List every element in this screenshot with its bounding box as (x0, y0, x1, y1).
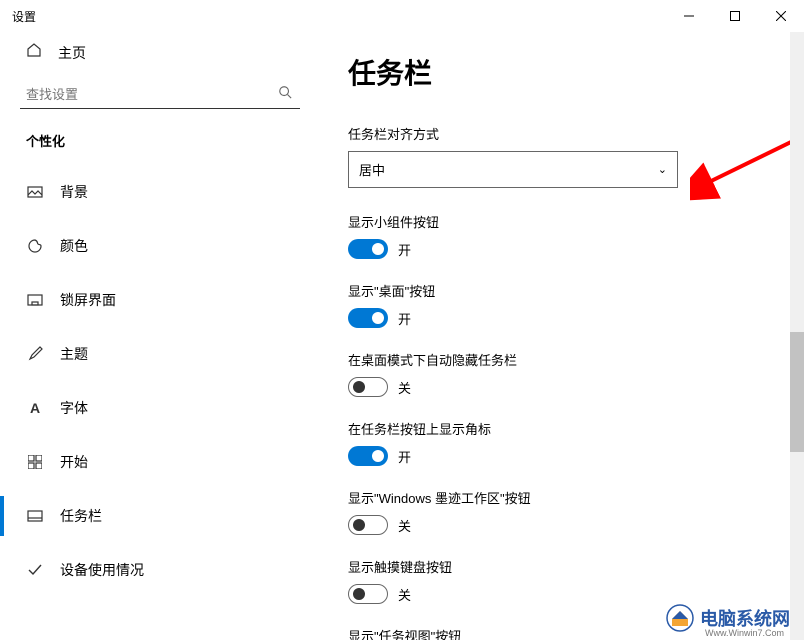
toggle-switch[interactable] (348, 377, 388, 397)
check-icon (26, 562, 44, 578)
toggle-state-text: 开 (398, 447, 411, 466)
sidebar-item-label: 开始 (60, 452, 88, 472)
toggle-label: 显示"桌面"按钮 (348, 281, 768, 300)
close-button[interactable] (758, 0, 804, 32)
setting-group: 在桌面模式下自动隐藏任务栏 关 (348, 350, 768, 397)
start-icon (26, 455, 44, 469)
sidebar-item-label: 锁屏界面 (60, 290, 116, 310)
search-icon (278, 85, 292, 104)
scrollbar[interactable] (790, 32, 804, 640)
sidebar-item-label: 主题 (60, 344, 88, 364)
search-box[interactable] (20, 79, 300, 109)
toggle-label: 在桌面模式下自动隐藏任务栏 (348, 350, 768, 369)
chevron-down-icon: ⌄ (658, 163, 667, 176)
toggle-state-text: 关 (398, 378, 411, 397)
alignment-dropdown[interactable]: 居中 ⌄ (348, 151, 678, 188)
setting-group: 显示"桌面"按钮 开 (348, 281, 768, 328)
section-title: 个性化 (26, 131, 312, 150)
sidebar-item-background[interactable]: 背景 (20, 172, 312, 212)
home-link[interactable]: 主页 (20, 32, 312, 73)
setting-group: 显示触摸键盘按钮 关 (348, 557, 768, 604)
toggle-label: 显示触摸键盘按钮 (348, 557, 768, 576)
sidebar-item-label: 字体 (60, 398, 88, 418)
setting-group: 显示"Windows 墨迹工作区"按钮 关 (348, 488, 768, 535)
toggle-switch[interactable] (348, 584, 388, 604)
palette-icon (26, 238, 44, 254)
dropdown-value: 居中 (359, 160, 385, 179)
sidebar-item-fonts[interactable]: A 字体 (20, 388, 312, 428)
toggle-state-text: 开 (398, 240, 411, 259)
toggle-switch[interactable] (348, 308, 388, 328)
sidebar-item-themes[interactable]: 主题 (20, 334, 312, 374)
home-icon (26, 42, 42, 63)
window-title: 设置 (12, 8, 36, 25)
search-input[interactable] (26, 87, 278, 102)
font-icon: A (26, 400, 44, 416)
sidebar-item-taskbar[interactable]: 任务栏 (20, 496, 312, 536)
sidebar-item-label: 任务栏 (60, 506, 102, 526)
toggle-label: 显示小组件按钮 (348, 212, 768, 231)
toggle-state-text: 开 (398, 309, 411, 328)
setting-group: 显示小组件按钮 开 (348, 212, 768, 259)
taskbar-icon (26, 508, 44, 524)
toggle-state-text: 关 (398, 516, 411, 535)
content-area: 任务栏 任务栏对齐方式 居中 ⌄ 显示小组件按钮 开 显示"桌面"按钮 开 在桌… (320, 32, 804, 640)
toggle-state-text: 关 (398, 585, 411, 604)
setting-group: 在任务栏按钮上显示角标 开 (348, 419, 768, 466)
sidebar-item-lockscreen[interactable]: 锁屏界面 (20, 280, 312, 320)
image-icon (26, 184, 44, 200)
toggle-switch[interactable] (348, 515, 388, 535)
toggle-switch[interactable] (348, 446, 388, 466)
lockscreen-icon (26, 292, 44, 308)
nav-list: 背景 颜色 锁屏界面 主题 A 字体 开始 任务栏 设备使用情况 (20, 172, 312, 590)
sidebar-item-label: 设备使用情况 (60, 560, 144, 580)
watermark-subtext: Www.Winwin7.Com (705, 628, 784, 638)
sidebar-item-colors[interactable]: 颜色 (20, 226, 312, 266)
sidebar: 主页 个性化 背景 颜色 锁屏界面 主题 A 字体 开始 任务栏 设备使用情况 (0, 32, 320, 640)
home-label: 主页 (58, 43, 86, 63)
sidebar-item-label: 颜色 (60, 236, 88, 256)
toggle-label: 显示"Windows 墨迹工作区"按钮 (348, 488, 768, 507)
maximize-button[interactable] (712, 0, 758, 32)
scrollbar-thumb[interactable] (790, 332, 804, 452)
toggle-label: 在任务栏按钮上显示角标 (348, 419, 768, 438)
sidebar-item-label: 背景 (60, 182, 88, 202)
toggle-switch[interactable] (348, 239, 388, 259)
minimize-button[interactable] (666, 0, 712, 32)
alignment-label: 任务栏对齐方式 (348, 124, 768, 143)
window-controls (666, 0, 804, 32)
sidebar-item-start[interactable]: 开始 (20, 442, 312, 482)
brush-icon (26, 346, 44, 362)
page-title: 任务栏 (348, 52, 768, 92)
sidebar-item-device-usage[interactable]: 设备使用情况 (20, 550, 312, 590)
